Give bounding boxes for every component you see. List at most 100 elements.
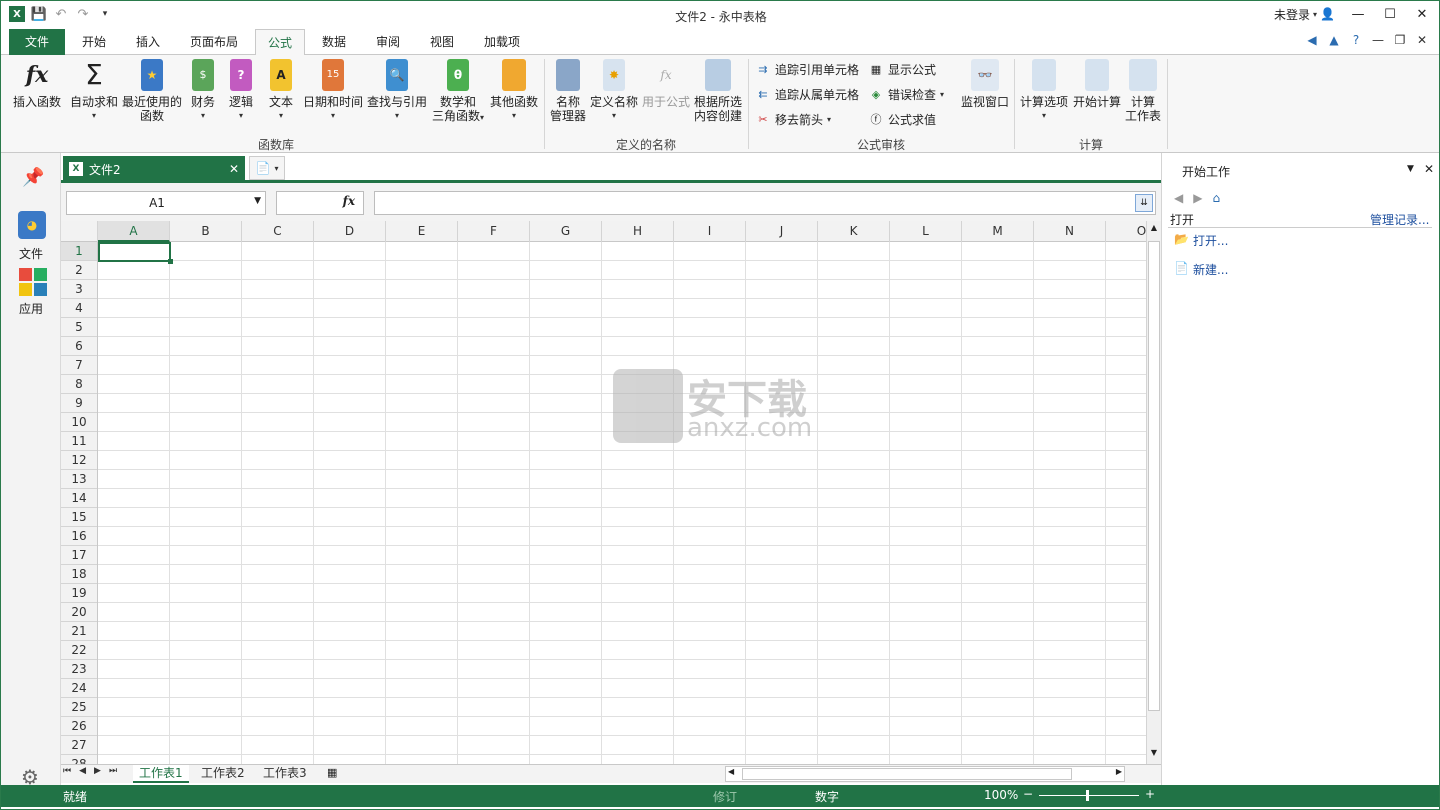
- zoom-slider-thumb[interactable]: [1086, 790, 1089, 801]
- tab-view[interactable]: 视图: [417, 29, 467, 55]
- column-header[interactable]: A: [98, 221, 170, 242]
- name-manager-button[interactable]: 名称 管理器: [547, 59, 589, 123]
- lookup-reference-button[interactable]: 🔍 查找与引用 ▾: [365, 59, 429, 123]
- apps-icon[interactable]: [19, 268, 47, 296]
- tab-file[interactable]: 文件: [9, 29, 65, 55]
- file-nav-label[interactable]: 文件: [1, 245, 61, 262]
- spreadsheet-grid[interactable]: ABCDEFGHIJKLMNO 1 2 3 4 5 6 7 8 9 10 11 12 13 14 15 16 1…: [61, 221, 1161, 764]
- formula-input[interactable]: ⇊: [374, 191, 1156, 215]
- calc-options-button[interactable]: 计算选项 ▾: [1017, 59, 1071, 123]
- more-functions-button[interactable]: 其他函数 ▾: [487, 59, 541, 123]
- select-all-corner[interactable]: [61, 221, 98, 242]
- tab-formulas[interactable]: 公式: [255, 29, 305, 56]
- help-icon[interactable]: ?: [1349, 33, 1363, 47]
- tab-page-layout[interactable]: 页面布局: [177, 29, 251, 55]
- home-icon[interactable]: ⌂: [1212, 191, 1220, 205]
- financial-button[interactable]: $ 财务 ▾: [185, 59, 221, 123]
- column-header[interactable]: I: [674, 221, 746, 242]
- autosum-button[interactable]: Σ 自动求和 ▾: [67, 59, 121, 123]
- logical-button[interactable]: ? 逻辑 ▾: [223, 59, 259, 123]
- up-icon[interactable]: ▲: [1327, 33, 1341, 47]
- column-header[interactable]: J: [746, 221, 818, 242]
- row-header[interactable]: 5: [61, 318, 97, 337]
- date-time-button[interactable]: 15 日期和时间 ▾: [301, 59, 365, 123]
- row-header[interactable]: 13: [61, 470, 97, 489]
- fill-handle[interactable]: [168, 259, 173, 264]
- fx-button[interactable]: fx: [276, 191, 364, 215]
- doc-tab[interactable]: X 文件2 ✕: [63, 156, 245, 182]
- vertical-scroll-thumb[interactable]: [1148, 241, 1160, 711]
- horizontal-scrollbar[interactable]: ◀ ▶: [725, 766, 1125, 782]
- math-trig-button[interactable]: θ 数学和 三角函数▾: [429, 59, 487, 125]
- evaluate-formula-button[interactable]: ⓕ 公式求值: [868, 109, 937, 129]
- sheet-tab-3[interactable]: 工作表3: [257, 765, 313, 783]
- zoom-out-icon[interactable]: −: [1023, 787, 1033, 801]
- row-header[interactable]: 24: [61, 679, 97, 698]
- row-header[interactable]: 17: [61, 546, 97, 565]
- zoom-slider[interactable]: [1039, 795, 1139, 796]
- row-header[interactable]: 28: [61, 755, 97, 764]
- row-header[interactable]: 19: [61, 584, 97, 603]
- column-header[interactable]: M: [962, 221, 1034, 242]
- horizontal-scroll-thumb[interactable]: [742, 768, 1072, 780]
- row-header[interactable]: 10: [61, 413, 97, 432]
- file-nav-icon[interactable]: ◕: [18, 211, 46, 239]
- define-name-button[interactable]: ✸ 定义名称 ▾: [589, 59, 639, 123]
- active-cell[interactable]: [98, 242, 173, 264]
- ribbon-restore-icon[interactable]: ❐: [1393, 33, 1407, 47]
- row-header[interactable]: 11: [61, 432, 97, 451]
- row-header[interactable]: 14: [61, 489, 97, 508]
- back-icon[interactable]: ◀: [1305, 33, 1319, 47]
- row-header[interactable]: 3: [61, 280, 97, 299]
- show-formulas-button[interactable]: ▦ 显示公式: [868, 59, 936, 79]
- close-button[interactable]: ✕: [1413, 5, 1431, 23]
- last-sheet-icon[interactable]: ⏭: [109, 766, 117, 776]
- tab-insert[interactable]: 插入: [123, 29, 173, 55]
- forward-circle-icon[interactable]: ▶: [1193, 191, 1202, 205]
- sheet-tab-1[interactable]: 工作表1: [133, 765, 189, 783]
- scroll-down-icon[interactable]: ▼: [1148, 748, 1160, 762]
- column-header[interactable]: D: [314, 221, 386, 242]
- zoom-in-icon[interactable]: +: [1145, 787, 1155, 801]
- row-header[interactable]: 2: [61, 261, 97, 280]
- maximize-button[interactable]: ☐: [1381, 5, 1399, 23]
- text-button[interactable]: A 文本 ▾: [263, 59, 299, 123]
- prev-sheet-icon[interactable]: ◀: [79, 766, 86, 776]
- column-header[interactable]: B: [170, 221, 242, 242]
- trace-precedents-button[interactable]: ⇉ 追踪引用单元格: [755, 59, 859, 79]
- column-header[interactable]: N: [1034, 221, 1106, 242]
- first-sheet-icon[interactable]: ⏮: [63, 766, 71, 776]
- cell-area[interactable]: [98, 242, 1146, 764]
- use-in-formula-button[interactable]: fx 用于公式: [641, 59, 691, 109]
- new-link[interactable]: 📄 新建...: [1174, 261, 1228, 278]
- tab-data[interactable]: 数据: [309, 29, 359, 55]
- row-header[interactable]: 20: [61, 603, 97, 622]
- expand-formula-icon[interactable]: ⇊: [1135, 194, 1153, 212]
- row-header[interactable]: 25: [61, 698, 97, 717]
- task-pane-menu-icon[interactable]: ▼: [1407, 164, 1414, 174]
- calculate-now-button[interactable]: 开始计算: [1071, 59, 1123, 109]
- login-status[interactable]: 未登录 ▾ 👤: [1274, 6, 1335, 23]
- zoom-level[interactable]: 100%: [984, 788, 1018, 802]
- row-header[interactable]: 1: [61, 242, 97, 261]
- row-header[interactable]: 27: [61, 736, 97, 755]
- row-header[interactable]: 15: [61, 508, 97, 527]
- calculate-sheet-button[interactable]: 计算 工作表: [1123, 59, 1163, 123]
- column-header[interactable]: F: [458, 221, 530, 242]
- ribbon-minimize-icon[interactable]: —: [1371, 33, 1385, 47]
- doc-tab-close-icon[interactable]: ✕: [229, 162, 239, 176]
- task-pane-close-icon[interactable]: ✕: [1424, 162, 1434, 176]
- tab-addins[interactable]: 加载项: [471, 29, 533, 55]
- scroll-right-icon[interactable]: ▶: [1116, 767, 1122, 776]
- scroll-left-icon[interactable]: ◀: [728, 767, 734, 776]
- row-header[interactable]: 16: [61, 527, 97, 546]
- vertical-scrollbar[interactable]: ▲ ▼: [1146, 221, 1161, 764]
- name-box[interactable]: A1 ▼: [66, 191, 266, 215]
- row-header[interactable]: 22: [61, 641, 97, 660]
- apps-label[interactable]: 应用: [1, 300, 61, 317]
- back-circle-icon[interactable]: ◀: [1174, 191, 1183, 205]
- column-header[interactable]: L: [890, 221, 962, 242]
- scroll-up-icon[interactable]: ▲: [1148, 223, 1160, 237]
- ribbon-close-icon[interactable]: ✕: [1415, 33, 1429, 47]
- row-header[interactable]: 12: [61, 451, 97, 470]
